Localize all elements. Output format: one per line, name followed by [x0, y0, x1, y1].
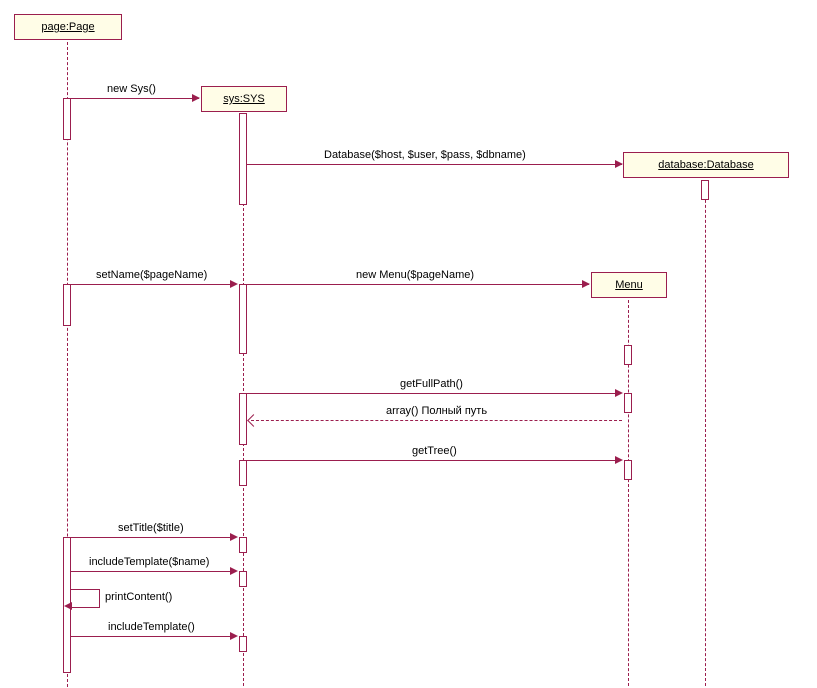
lifeline-page: page:Page	[14, 14, 122, 40]
label-includetemplate1: includeTemplate($name)	[89, 556, 209, 568]
lifeline-menu: Menu	[591, 272, 667, 298]
arrow-printcontent	[64, 602, 72, 610]
label-settitle: setTitle($title)	[118, 522, 184, 534]
label-return-array: array() Полный путь	[386, 405, 487, 417]
lifeline-line-database	[705, 180, 706, 686]
activation-menu-3	[624, 460, 632, 480]
arrow-includetemplate1	[230, 567, 238, 575]
label-new-sys: new Sys()	[107, 83, 156, 95]
msg-gettree	[247, 460, 621, 461]
msg-new-menu	[247, 284, 589, 285]
arrow-settitle	[230, 533, 238, 541]
label-gettree: getTree()	[412, 445, 457, 457]
lifeline-database: database:Database	[623, 152, 789, 178]
activation-sys-3	[239, 393, 247, 445]
arrow-database	[615, 160, 623, 168]
msg-settitle	[71, 537, 236, 538]
arrow-new-sys	[192, 94, 200, 102]
label-setname: setName($pageName)	[96, 269, 207, 281]
arrow-new-menu	[582, 280, 590, 288]
lifeline-sys: sys:SYS	[201, 86, 287, 112]
label-getfullpath: getFullPath()	[400, 378, 463, 390]
activation-sys-4	[239, 460, 247, 486]
msg-getfullpath	[247, 393, 621, 394]
msg-new-sys	[71, 98, 199, 99]
msg-database	[247, 164, 622, 165]
arrow-gettree	[615, 456, 623, 464]
arrow-return-array	[247, 414, 260, 427]
label-printcontent: printContent()	[105, 591, 172, 603]
activation-database-1	[701, 180, 709, 200]
msg-includetemplate2	[71, 636, 236, 637]
activation-menu-2	[624, 393, 632, 413]
label-new-menu: new Menu($pageName)	[356, 269, 474, 281]
msg-includetemplate1	[71, 571, 236, 572]
activation-sys-5	[239, 537, 247, 553]
activation-sys-7	[239, 636, 247, 652]
activation-page-2	[63, 284, 71, 326]
label-includetemplate2: includeTemplate()	[108, 621, 195, 633]
arrow-setname	[230, 280, 238, 288]
arrow-includetemplate2	[230, 632, 238, 640]
msg-printcontent	[71, 589, 100, 608]
msg-return-array	[251, 420, 622, 421]
activation-sys-1	[239, 113, 247, 205]
label-database: Database($host, $user, $pass, $dbname)	[324, 149, 526, 161]
arrow-getfullpath	[615, 389, 623, 397]
msg-setname	[71, 284, 236, 285]
activation-sys-2	[239, 284, 247, 354]
activation-page-1	[63, 98, 71, 140]
activation-menu-1	[624, 345, 632, 365]
activation-sys-6	[239, 571, 247, 587]
